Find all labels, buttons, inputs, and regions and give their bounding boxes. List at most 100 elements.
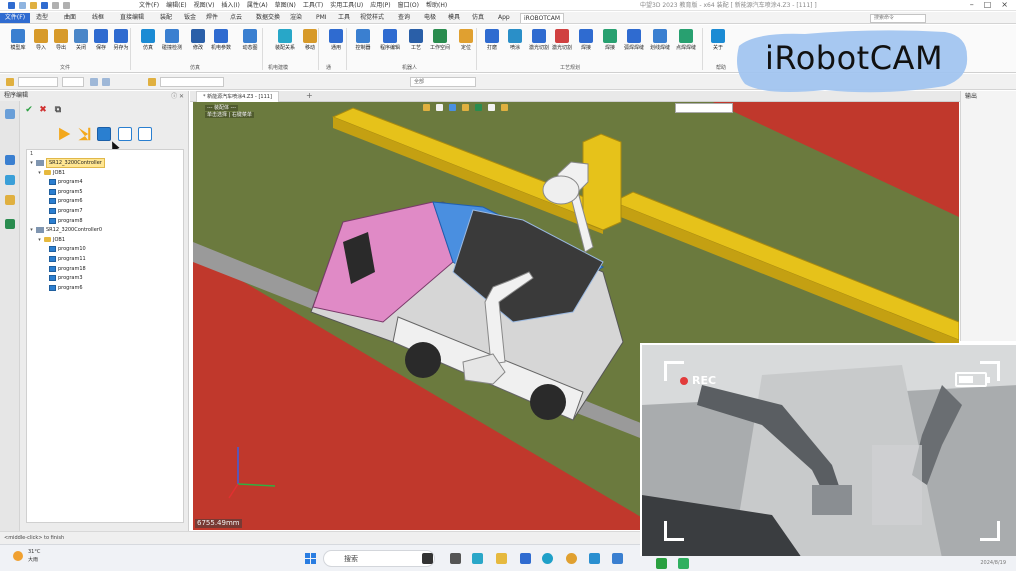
ribbon-tab-9[interactable]: 渲染: [290, 13, 302, 23]
cancel-icon[interactable]: ✖: [38, 105, 48, 115]
taskbar-app-chrome-icon[interactable]: [566, 553, 577, 564]
redo-icon[interactable]: [63, 2, 70, 9]
view-orient-icon[interactable]: [423, 104, 430, 111]
tree-row-program[interactable]: program3: [49, 274, 83, 282]
new-icon[interactable]: [19, 2, 26, 9]
ribbon-tool-7[interactable]: 碰撞检测: [162, 27, 182, 63]
menu-item-8[interactable]: 应用(P): [370, 1, 390, 10]
ribbon-tool-8[interactable]: 修改: [188, 27, 208, 63]
tree-row-program[interactable]: program10: [49, 245, 86, 253]
pin-icon[interactable]: ⓘ ✕: [171, 91, 184, 100]
ribbon-tool-15[interactable]: 程序编辑: [380, 27, 400, 63]
side-history-icon[interactable]: [5, 109, 15, 119]
ribbon-tool-6[interactable]: 仿真: [138, 27, 158, 63]
tab-file[interactable]: 文件(F): [0, 13, 30, 23]
ribbon-tab-6[interactable]: 焊件: [206, 13, 218, 23]
ribbon-tool-26[interactable]: 划线焊缝: [650, 27, 670, 63]
ribbon-tool-16[interactable]: 工艺: [406, 27, 426, 63]
ribbon-tab-2[interactable]: 线框: [92, 13, 104, 23]
expand-chevron-icon[interactable]: ▾: [29, 159, 34, 167]
taskbar-app-edge-icon[interactable]: [542, 553, 553, 564]
select-arrow-icon[interactable]: [6, 78, 14, 86]
ribbon-tool-24[interactable]: 焊接: [600, 27, 620, 63]
ribbon-tool-14[interactable]: 控制器: [353, 27, 373, 63]
entity-filter-dropdown[interactable]: [160, 77, 224, 87]
ribbon-tool-9[interactable]: 机电参数: [211, 27, 231, 63]
display-icon[interactable]: [488, 104, 495, 111]
menu-item-1[interactable]: 编辑(E): [166, 1, 186, 10]
side-layer-icon[interactable]: [5, 175, 15, 185]
weather-icon[interactable]: [13, 551, 23, 561]
tree-row-program[interactable]: program8: [49, 217, 83, 225]
render-mode-icon[interactable]: [449, 104, 456, 111]
ribbon-tool-20[interactable]: 喷涂: [505, 27, 525, 63]
taskbar-app-files-icon[interactable]: [496, 553, 507, 564]
ribbon-tool-11[interactable]: 装配关系: [275, 27, 295, 63]
ribbon-tool-21[interactable]: 激光切割: [529, 27, 549, 63]
maximize-icon[interactable]: □: [984, 0, 992, 10]
ribbon-tab-5[interactable]: 钣金: [184, 13, 196, 23]
tree-row-program[interactable]: program11: [49, 255, 86, 263]
confirm-icon[interactable]: ✔: [24, 105, 34, 115]
taskbar-app-chat-icon[interactable]: [589, 553, 600, 564]
taskbar-app-wechat-icon[interactable]: [656, 558, 667, 569]
document-tab[interactable]: * 新能源汽车喷涂4.Z3 - [111]: [196, 91, 279, 102]
ribbon-tool-25[interactable]: 弧焊焊缝: [624, 27, 644, 63]
ribbon-tab-18[interactable]: iROBOTCAM: [520, 13, 565, 23]
filter-view-icon[interactable]: [501, 104, 508, 111]
ribbon-tool-22[interactable]: 激光切割: [552, 27, 572, 63]
start-button[interactable]: [305, 553, 317, 565]
tree-row-program[interactable]: program4: [49, 178, 83, 186]
zoom-icon[interactable]: [436, 104, 443, 111]
pick-icon[interactable]: [90, 78, 98, 86]
ribbon-tool-19[interactable]: 打磨: [482, 27, 502, 63]
menu-item-4[interactable]: 属性(A): [247, 1, 268, 10]
ribbon-tab-3[interactable]: 直接编辑: [120, 13, 144, 23]
menu-item-10[interactable]: 帮助(H): [426, 1, 447, 10]
ribbon-tool-17[interactable]: 工作空间: [430, 27, 450, 63]
ribbon-tool-10[interactable]: 动态图: [240, 27, 260, 63]
menu-item-5[interactable]: 草图(N): [275, 1, 296, 10]
ribbon-tab-4[interactable]: 装配: [160, 13, 172, 23]
menu-item-3[interactable]: 插入(I): [221, 1, 239, 10]
taskbar-search-input[interactable]: 搜索: [323, 550, 435, 567]
ribbon-tab-16[interactable]: 仿真: [472, 13, 484, 23]
add-tab-icon[interactable]: +: [306, 91, 313, 101]
ribbon-tab-15[interactable]: 模具: [448, 13, 460, 23]
expand-chevron-icon[interactable]: ▾: [37, 236, 42, 244]
ribbon-tab-14[interactable]: 电极: [424, 13, 436, 23]
close-icon[interactable]: ×: [1001, 0, 1008, 10]
taskbar-app-1-icon[interactable]: [472, 553, 483, 564]
tree-row-job[interactable]: ▾ JOB1: [37, 169, 65, 177]
command-search-input[interactable]: 搜索命令: [870, 14, 926, 23]
play-icon[interactable]: [59, 127, 71, 141]
filter-icon[interactable]: [148, 78, 156, 86]
export-program-icon[interactable]: [138, 127, 152, 141]
viewport-input-field[interactable]: [675, 103, 733, 113]
tree-row-program[interactable]: program6: [49, 197, 83, 205]
play-step-icon[interactable]: [78, 127, 91, 141]
taskbar-app-camera-icon[interactable]: [422, 553, 433, 564]
ribbon-tab-13[interactable]: 查询: [398, 13, 410, 23]
save-icon[interactable]: [41, 2, 48, 9]
taskbar-app-mail-icon[interactable]: [520, 553, 531, 564]
ribbon-tab-1[interactable]: 曲面: [64, 13, 76, 23]
side-view-icon[interactable]: [5, 195, 15, 205]
section-icon[interactable]: [475, 104, 482, 111]
side-assembly-icon[interactable]: [5, 155, 15, 165]
menu-item-6[interactable]: 工具(T): [303, 1, 323, 10]
menu-item-0[interactable]: 文件(F): [139, 1, 159, 10]
tree-row-controller[interactable]: ▾ SR12_3200Controller: [29, 158, 105, 168]
filter-dropdown-2[interactable]: [62, 77, 84, 87]
ribbon-tab-0[interactable]: 造型: [36, 13, 48, 23]
ribbon-tab-10[interactable]: PMI: [316, 13, 327, 23]
ribbon-tab-8[interactable]: 数据交换: [256, 13, 280, 23]
loop-icon[interactable]: [118, 127, 132, 141]
stop-icon[interactable]: [97, 127, 111, 141]
ribbon-tool-5[interactable]: 另存为: [111, 27, 131, 63]
taskbar-app-green-icon[interactable]: [678, 558, 689, 569]
apply-icon[interactable]: ⧉: [53, 105, 63, 115]
ribbon-tool-23[interactable]: 焊接: [576, 27, 596, 63]
ribbon-tool-28[interactable]: 关于: [708, 27, 728, 63]
open-icon[interactable]: [30, 2, 37, 9]
